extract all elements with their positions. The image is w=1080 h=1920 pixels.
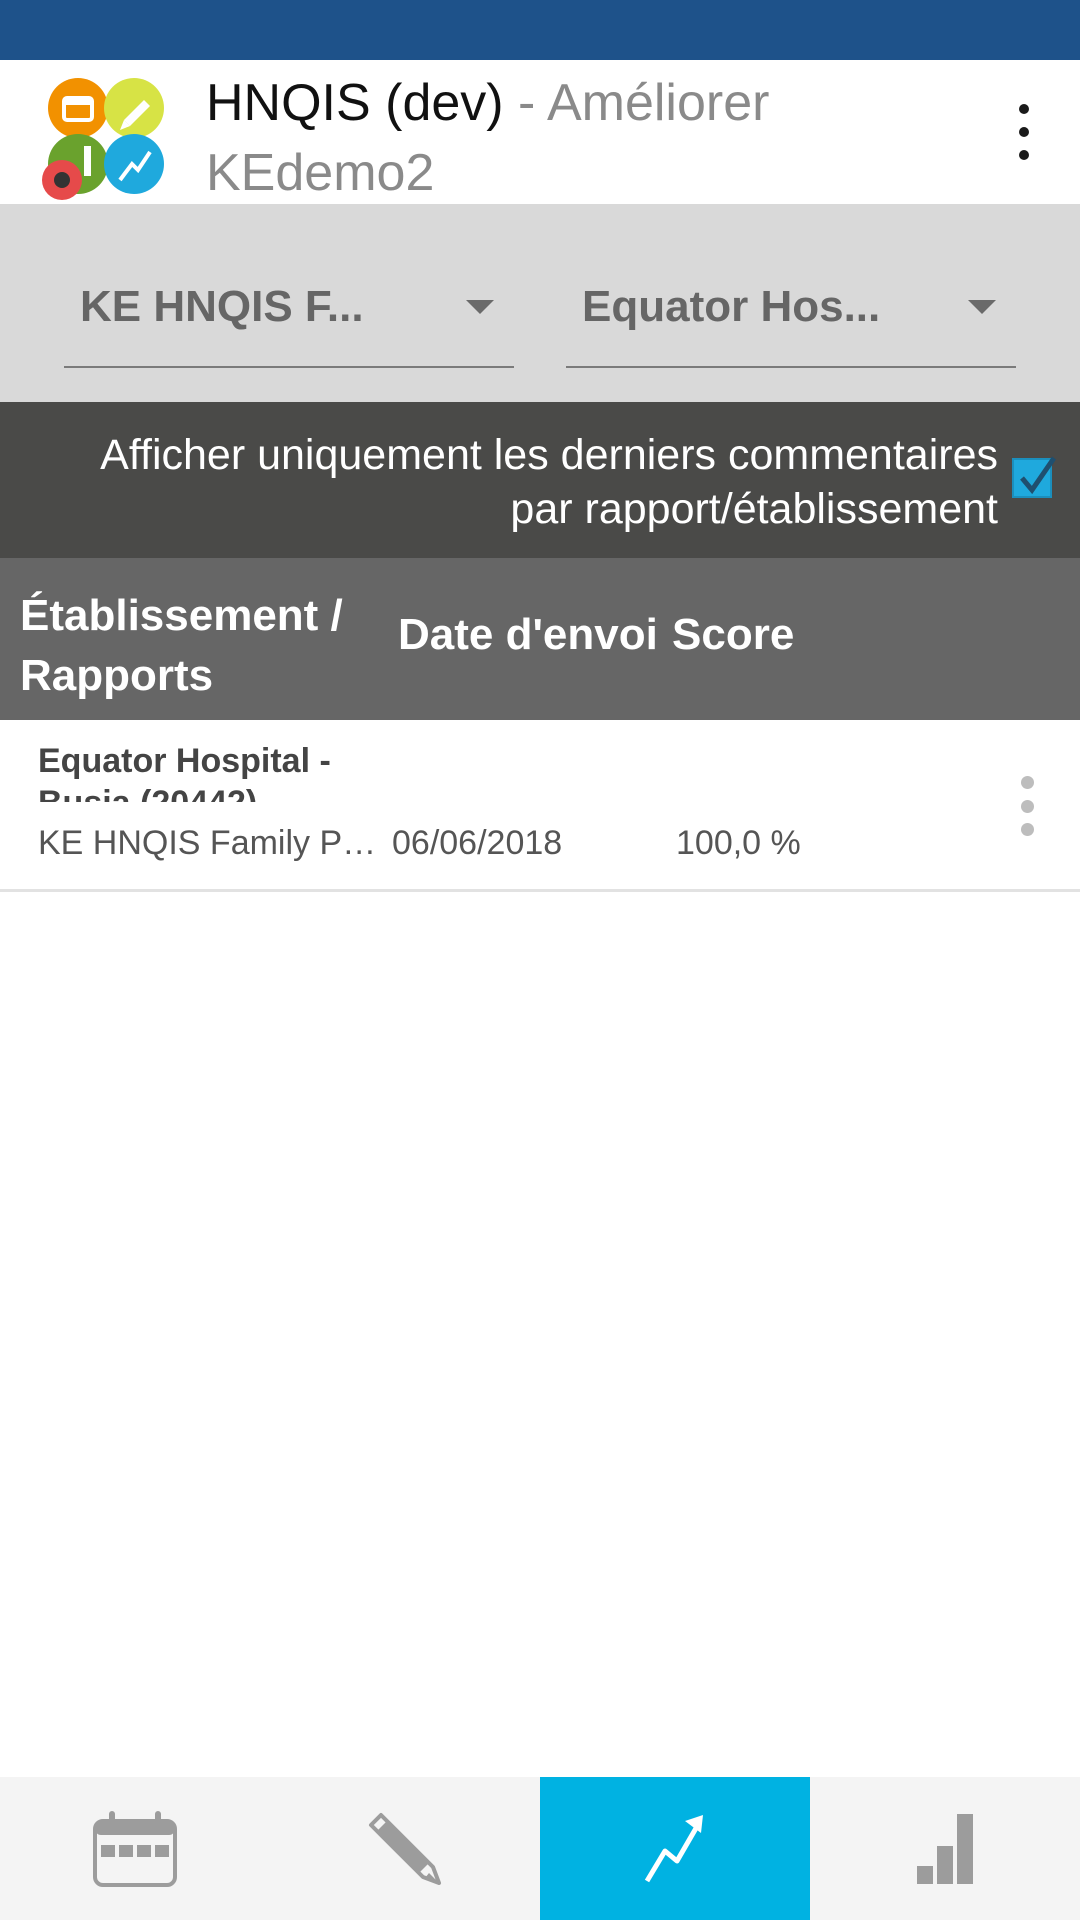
- table-header: Établissement / Rapports Date d'envoi Sc…: [0, 558, 1080, 720]
- calendar-icon: [93, 1810, 177, 1887]
- latest-only-toggle-bar: Afficher uniquement les derniers comment…: [0, 402, 1080, 558]
- app-title-main: HNQIS (dev): [206, 74, 504, 132]
- check-icon: [1020, 456, 1056, 495]
- app-title: HNQIS (dev) - Améliorer KEdemo2: [206, 68, 986, 208]
- latest-only-checkbox[interactable]: [1012, 456, 1056, 498]
- program-dropdown-value: KE HNQIS F...: [80, 282, 364, 331]
- row-send-date: 06/06/2018: [392, 824, 563, 862]
- facility-dropdown-value: Equator Hos...: [582, 282, 881, 331]
- status-bar: [0, 0, 1080, 60]
- program-dropdown[interactable]: KE HNQIS F...: [64, 264, 514, 368]
- table-row[interactable]: Equator Hospital - Busia (20442) KE HNQI…: [0, 720, 1080, 892]
- bottom-nav: [0, 1777, 1080, 1920]
- bar-chart-icon: [917, 1813, 973, 1884]
- row-facility-name: Equator Hospital - Busia (20442): [38, 742, 331, 802]
- latest-only-label: Afficher uniquement les derniers comment…: [100, 431, 998, 533]
- trend-arrow-icon: [644, 1814, 703, 1882]
- row-survey-name: KE HNQIS Family Pl...: [38, 824, 378, 862]
- row-score: 100,0 %: [676, 824, 801, 862]
- more-vert-icon[interactable]: [1000, 104, 1048, 160]
- tab-improve[interactable]: [540, 1777, 810, 1920]
- app-bar: HNQIS (dev) - Améliorer KEdemo2: [0, 60, 1080, 204]
- hnqis-logo-icon: [38, 68, 174, 204]
- pencil-icon: [369, 1812, 441, 1885]
- tab-calendar[interactable]: [0, 1777, 270, 1920]
- filter-bar: KE HNQIS F... Equator Hos...: [0, 204, 1080, 402]
- tab-dashboard[interactable]: [810, 1777, 1080, 1920]
- row-more-vert-icon[interactable]: [1014, 776, 1040, 836]
- column-header-facility[interactable]: Établissement / Rapports: [20, 586, 360, 706]
- dropdown-arrow-icon: [968, 300, 996, 314]
- dropdown-arrow-icon: [466, 300, 494, 314]
- facility-dropdown[interactable]: Equator Hos...: [566, 264, 1016, 368]
- tab-edit[interactable]: [270, 1777, 540, 1920]
- column-header-date[interactable]: Date d'envoi: [398, 610, 658, 660]
- column-header-score[interactable]: Score: [672, 610, 794, 660]
